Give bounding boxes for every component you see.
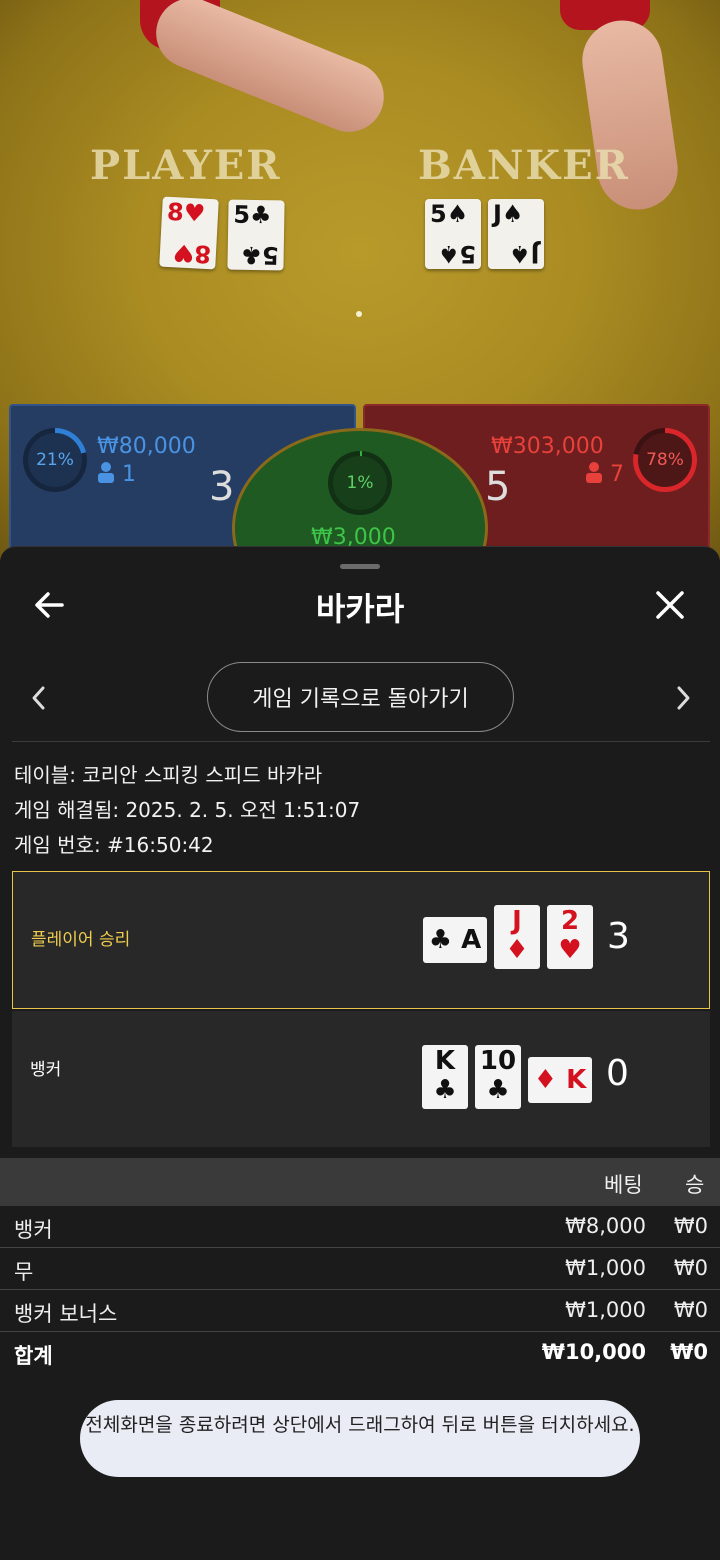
dealer-left-arm xyxy=(145,0,395,143)
live-video-feed: PLAYER BANKER 8♥ 8♥ 5♣ 5♣ 5♠ 5♠ J♠ J♠ 21% ₩80,0… xyxy=(0,0,720,560)
banker-user-count: 7 xyxy=(585,461,624,487)
win-column-header: 승 xyxy=(685,1173,705,1197)
bet-amount: ₩8,000 xyxy=(565,1214,646,1238)
bet-amount: ₩1,000 xyxy=(565,1298,646,1322)
result-card: 2 ♥ xyxy=(547,905,593,969)
divider xyxy=(12,741,710,742)
player-percent: 21% xyxy=(28,433,82,487)
table-row: 뱅커 보너스 ₩1,000 ₩0 xyxy=(0,1290,720,1332)
table-player-card: 5♣ 5♣ xyxy=(227,199,285,271)
player-result-label: 플레이어 승리 xyxy=(31,930,131,950)
table-player-card: 8♥ 8♥ xyxy=(159,196,219,270)
result-card: ♣ A xyxy=(423,917,487,963)
banker-percent-ring: 78% xyxy=(633,428,697,492)
total-bet-amount: ₩10,000 xyxy=(541,1340,646,1364)
result-card: ♦ K xyxy=(528,1057,592,1103)
game-detail-sheet: 바카라 게임 기록으로 돌아가기 테이블: 코리안 스피킹 스피드 바카라 게임… xyxy=(0,546,720,1560)
game-number: 게임 번호: #16:50:42 xyxy=(14,833,214,857)
person-icon xyxy=(98,462,114,483)
table-player-label: PLAYER xyxy=(90,142,282,189)
table-banker-card: 5♠ 5♠ xyxy=(425,199,481,269)
total-label: 합계 xyxy=(14,1344,53,1368)
drag-handle[interactable] xyxy=(340,564,380,569)
player-bet-amount: ₩80,000 xyxy=(97,434,196,459)
tie-percent-ring: 1% xyxy=(328,451,392,515)
chevron-left-icon[interactable] xyxy=(26,681,52,715)
bet-column-header: 베팅 xyxy=(604,1173,643,1197)
win-amount: ₩0 xyxy=(673,1298,708,1322)
banker-percent: 78% xyxy=(638,433,692,487)
bet-name: 뱅커 xyxy=(14,1218,53,1242)
result-card: 10 ♣ xyxy=(475,1045,521,1109)
table-row: 뱅커 ₩8,000 ₩0 xyxy=(0,1206,720,1248)
table-row: 무 ₩1,000 ₩0 xyxy=(0,1248,720,1290)
total-row: 합계 ₩10,000 ₩0 xyxy=(0,1332,720,1374)
close-icon[interactable] xyxy=(648,583,692,627)
bets-table-header: 베팅 승 xyxy=(0,1158,720,1206)
bet-name: 무 xyxy=(14,1260,34,1284)
win-amount: ₩0 xyxy=(673,1214,708,1238)
table-banker-card: J♠ J♠ xyxy=(488,199,544,269)
bet-amount: ₩1,000 xyxy=(565,1256,646,1280)
fullscreen-exit-toast: 전체화면을 종료하려면 상단에서 드래그하여 뒤로 버튼을 터치하세요. xyxy=(80,1400,640,1477)
player-result-score: 3 xyxy=(607,916,630,957)
player-user-count-value: 1 xyxy=(122,462,136,487)
banker-result-score: 0 xyxy=(606,1053,629,1094)
sheet-title: 바카라 xyxy=(315,590,405,628)
banker-bet-amount: ₩303,000 xyxy=(491,434,604,459)
tie-percent: 1% xyxy=(333,456,387,510)
bet-name: 뱅커 보너스 xyxy=(14,1302,118,1326)
result-card: J ♦ xyxy=(494,905,540,969)
banker-user-count-value: 7 xyxy=(610,462,624,487)
player-user-count: 1 xyxy=(97,461,136,487)
table-banker-label: BANKER xyxy=(418,142,630,189)
result-card: K ♣ xyxy=(422,1045,468,1109)
player-percent-ring: 21% xyxy=(23,428,87,492)
banker-result-label: 뱅커 xyxy=(30,1060,62,1080)
resolved-info: 게임 해결됨: 2025. 2. 5. 오전 1:51:07 xyxy=(14,798,361,822)
table-info: 테이블: 코리안 스피킹 스피드 바카라 xyxy=(14,763,323,787)
person-icon xyxy=(586,462,602,483)
player-score: 3 xyxy=(209,464,235,510)
win-amount: ₩0 xyxy=(673,1256,708,1280)
chevron-right-icon[interactable] xyxy=(670,681,696,715)
total-win-amount: ₩0 xyxy=(670,1340,708,1364)
back-to-history-button[interactable]: 게임 기록으로 돌아가기 xyxy=(207,662,514,732)
table-marker xyxy=(356,311,362,317)
banker-score: 5 xyxy=(485,464,511,510)
banker-result-row: 뱅커 K ♣ 10 ♣ ♦ K 0 xyxy=(12,1011,710,1147)
player-result-row: 플레이어 승리 ♣ A J ♦ 2 ♥ 3 xyxy=(12,871,710,1009)
